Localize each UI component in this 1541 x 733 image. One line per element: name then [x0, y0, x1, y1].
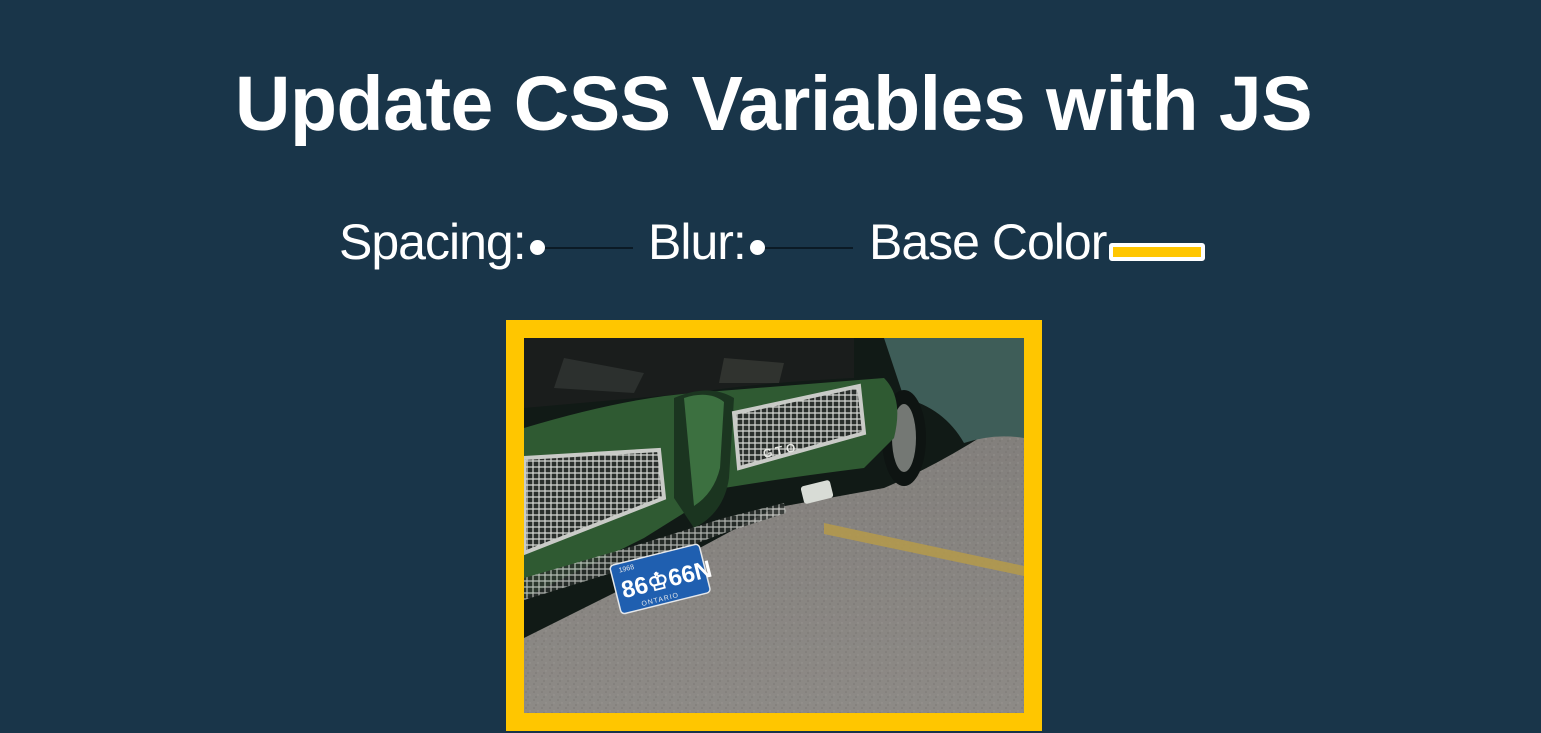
blur-label: Blur:: [648, 214, 747, 270]
page: Update CSS Variables with JS Spacing: Bl…: [0, 0, 1541, 733]
page-title: Update CSS Variables with JS: [234, 61, 1313, 147]
car-photo: G T O 1968 86♔66N ONTARIO: [524, 338, 1024, 713]
spacing-slider-thumb[interactable]: [530, 240, 545, 255]
blur-slider[interactable]: [750, 237, 853, 259]
image-frame: G T O 1968 86♔66N ONTARIO: [506, 320, 1042, 731]
spacing-slider-track: [537, 247, 633, 249]
spacing-slider[interactable]: [530, 237, 633, 259]
base-color-picker[interactable]: [1109, 243, 1205, 261]
spacing-label: Spacing:: [339, 214, 527, 270]
car-photo-illustration: G T O 1968 86♔66N ONTARIO: [524, 338, 1024, 713]
controls-bar: Spacing: Blur: Base Color: [0, 210, 1541, 274]
base-color-swatch: [1113, 247, 1201, 257]
blur-slider-track: [757, 247, 853, 249]
blur-slider-thumb[interactable]: [750, 240, 765, 255]
base-color-label: Base Color: [869, 214, 1107, 270]
